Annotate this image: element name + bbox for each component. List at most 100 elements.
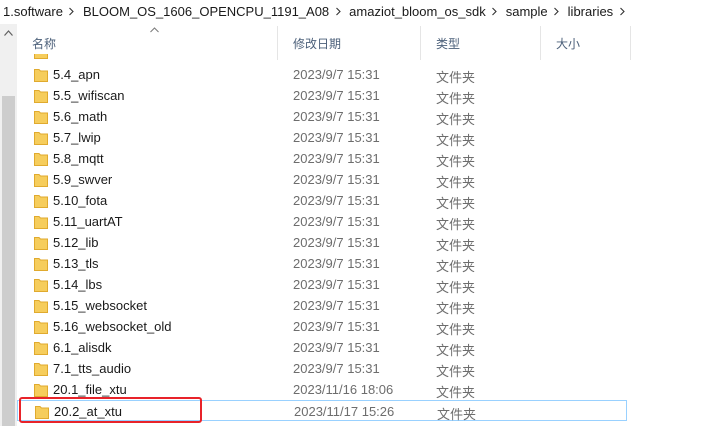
file-name: 5.6_math	[53, 109, 108, 124]
column-header-date[interactable]: 修改日期	[278, 24, 420, 62]
file-type: 文件夹	[436, 343, 476, 358]
partially-hidden-row	[17, 54, 217, 62]
list-item[interactable]: 7.1_tts_audio 2023/9/7 15:31 文件夹	[17, 358, 627, 379]
breadcrumb-item[interactable]: libraries	[564, 4, 616, 19]
file-name: 5.11_uartAT	[53, 214, 123, 229]
file-type: 文件夹	[436, 154, 476, 169]
breadcrumb: 1.software BLOOM_OS_1606_OPENCPU_1191_A08…	[0, 0, 704, 22]
file-modified-date: 2023/9/7 15:31	[293, 172, 380, 187]
red-highlight-box	[19, 397, 202, 423]
folder-icon	[34, 151, 48, 166]
breadcrumb-item[interactable]: amaziot_bloom_os_sdk	[345, 4, 488, 19]
breadcrumb-chevron-icon[interactable]	[331, 7, 345, 16]
file-type: 文件夹	[436, 70, 476, 85]
file-type: 文件夹	[436, 364, 476, 379]
breadcrumb-chevron-icon[interactable]	[488, 7, 502, 16]
list-item[interactable]: 5.8_mqtt 2023/9/7 15:31 文件夹	[17, 148, 627, 169]
file-modified-date: 2023/9/7 15:31	[293, 214, 380, 229]
file-type: 文件夹	[436, 196, 476, 211]
folder-icon	[34, 256, 48, 271]
file-type: 文件夹	[436, 112, 476, 127]
file-modified-date: 2023/9/7 15:31	[293, 235, 380, 250]
file-modified-date: 2023/9/7 15:31	[293, 361, 380, 376]
file-modified-date: 2023/11/16 18:06	[293, 382, 394, 397]
folder-icon	[34, 193, 48, 208]
folder-icon	[34, 214, 48, 229]
file-name: 5.9_swver	[53, 172, 113, 187]
breadcrumb-item[interactable]: 1.software	[0, 4, 65, 19]
column-header-size[interactable]: 大小	[541, 24, 631, 62]
file-name: 5.16_websocket_old	[53, 319, 172, 334]
folder-icon	[34, 361, 48, 376]
folder-icon	[34, 54, 48, 59]
file-name: 20.1_file_xtu	[53, 382, 127, 397]
folder-icon	[34, 382, 48, 397]
file-modified-date: 2023/9/7 15:31	[293, 319, 380, 334]
file-name: 5.13_tls	[53, 256, 99, 271]
breadcrumb-chevron-icon[interactable]	[65, 7, 79, 16]
list-item[interactable]: 5.11_uartAT 2023/9/7 15:31 文件夹	[17, 211, 627, 232]
breadcrumb-item[interactable]: sample	[502, 4, 550, 19]
scroll-up-arrow-icon[interactable]	[0, 24, 17, 41]
folder-icon	[34, 235, 48, 250]
folder-icon	[34, 130, 48, 145]
file-modified-date: 2023/9/7 15:31	[293, 193, 380, 208]
vertical-scrollbar[interactable]	[0, 24, 17, 426]
breadcrumb-item[interactable]: BLOOM_OS_1606_OPENCPU_1191_A08	[79, 4, 331, 19]
file-modified-date: 2023/9/7 15:31	[293, 88, 380, 103]
file-type: 文件夹	[436, 301, 476, 316]
file-name: 7.1_tts_audio	[53, 361, 132, 376]
file-name: 6.1_alisdk	[53, 340, 112, 355]
file-modified-date: 2023/9/7 15:31	[293, 67, 380, 82]
folder-icon	[34, 88, 48, 103]
file-modified-date: 2023/9/7 15:31	[293, 109, 380, 124]
folder-icon	[34, 172, 48, 187]
file-type: 文件夹	[436, 259, 476, 274]
file-name: 5.12_lib	[53, 235, 99, 250]
list-item[interactable]: 5.14_lbs 2023/9/7 15:31 文件夹	[17, 274, 627, 295]
file-name: 5.15_websocket	[53, 298, 147, 313]
folder-icon	[34, 340, 48, 355]
file-type: 文件夹	[436, 280, 476, 295]
file-modified-date: 2023/9/7 15:31	[293, 298, 380, 313]
column-divider[interactable]	[630, 26, 631, 60]
breadcrumb-chevron-icon[interactable]	[550, 7, 564, 16]
file-modified-date: 2023/9/7 15:31	[293, 130, 380, 145]
file-modified-date: 2023/9/7 15:31	[293, 277, 380, 292]
list-item[interactable]: 5.15_websocket 2023/9/7 15:31 文件夹	[17, 295, 627, 316]
folder-icon	[34, 67, 48, 82]
list-item[interactable]: 5.7_lwip 2023/9/7 15:31 文件夹	[17, 127, 627, 148]
file-modified-date: 2023/11/17 15:26	[294, 404, 395, 419]
file-type: 文件夹	[436, 133, 476, 148]
column-header-type[interactable]: 类型	[421, 24, 540, 62]
file-name: 5.10_fota	[53, 193, 108, 208]
file-name: 5.7_lwip	[53, 130, 101, 145]
list-item[interactable]: 5.12_lib 2023/9/7 15:31 文件夹	[17, 232, 627, 253]
folder-icon	[34, 277, 48, 292]
breadcrumb-chevron-icon[interactable]	[615, 7, 629, 16]
list-item[interactable]: 5.9_swver 2023/9/7 15:31 文件夹	[17, 169, 627, 190]
file-type: 文件夹	[436, 322, 476, 337]
folder-icon	[34, 109, 48, 124]
file-name: 5.4_apn	[53, 67, 100, 82]
list-item[interactable]: 5.16_websocket_old 2023/9/7 15:31 文件夹	[17, 316, 627, 337]
file-modified-date: 2023/9/7 15:31	[293, 256, 380, 271]
file-name: 5.14_lbs	[53, 277, 103, 292]
list-item[interactable]: 5.13_tls 2023/9/7 15:31 文件夹	[17, 253, 627, 274]
folder-icon	[34, 298, 48, 313]
file-type: 文件夹	[437, 407, 477, 422]
file-type: 文件夹	[436, 217, 476, 232]
file-name: 5.8_mqtt	[53, 151, 104, 166]
file-modified-date: 2023/9/7 15:31	[293, 340, 380, 355]
list-item[interactable]: 5.5_wifiscan 2023/9/7 15:31 文件夹	[17, 85, 627, 106]
file-type: 文件夹	[436, 238, 476, 253]
file-type: 文件夹	[436, 91, 476, 106]
list-item[interactable]: 5.6_math 2023/9/7 15:31 文件夹	[17, 106, 627, 127]
file-name: 5.5_wifiscan	[53, 88, 125, 103]
scrollbar-thumb[interactable]	[2, 96, 15, 426]
file-modified-date: 2023/9/7 15:31	[293, 151, 380, 166]
list-item[interactable]: 6.1_alisdk 2023/9/7 15:31 文件夹	[17, 337, 627, 358]
list-item[interactable]: 5.10_fota 2023/9/7 15:31 文件夹	[17, 190, 627, 211]
list-item[interactable]: 5.4_apn 2023/9/7 15:31 文件夹	[17, 64, 627, 85]
folder-icon	[34, 319, 48, 334]
